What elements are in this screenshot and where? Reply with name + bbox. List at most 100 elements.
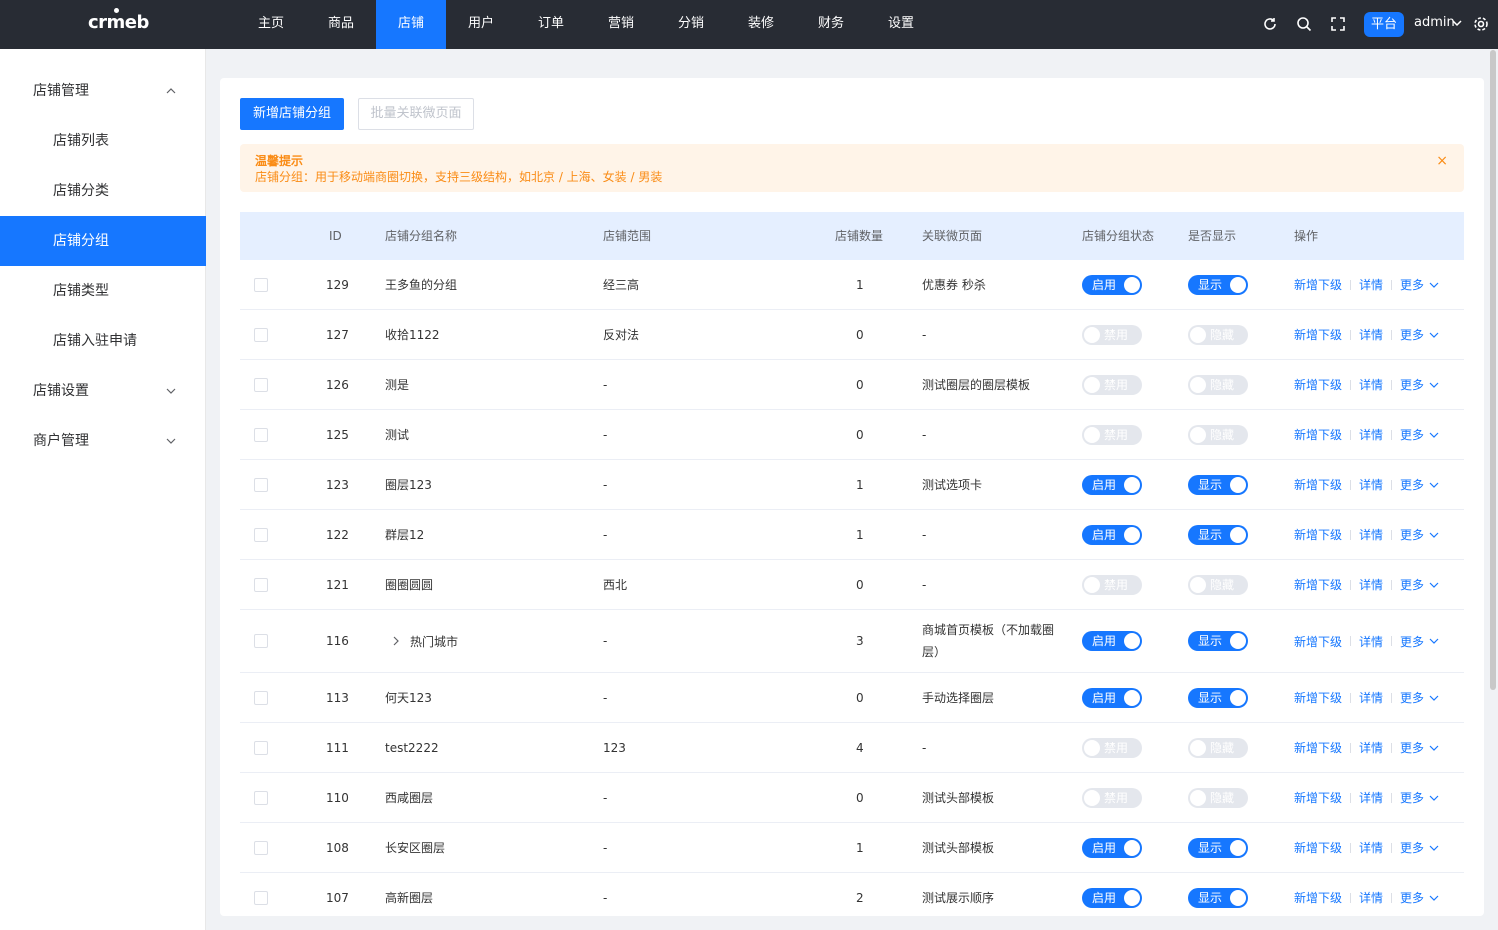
- row-checkbox[interactable]: [254, 277, 268, 292]
- show-toggle[interactable]: 显示: [1188, 887, 1248, 908]
- detail-link[interactable]: 详情: [1359, 276, 1383, 293]
- more-link[interactable]: 更多: [1400, 426, 1424, 443]
- add-child-link[interactable]: 新增下级: [1294, 689, 1342, 706]
- status-toggle[interactable]: 启用: [1082, 474, 1142, 495]
- chevron-down-icon[interactable]: [1429, 693, 1439, 703]
- nav-item[interactable]: 分销: [656, 0, 726, 49]
- status-toggle[interactable]: 启用: [1082, 687, 1142, 708]
- more-link[interactable]: 更多: [1400, 276, 1424, 293]
- show-toggle[interactable]: 隐藏: [1188, 787, 1248, 808]
- nav-item[interactable]: 设置: [866, 0, 936, 49]
- row-checkbox[interactable]: [254, 790, 268, 805]
- sidebar-item-store-category[interactable]: 店铺分类: [0, 166, 206, 216]
- detail-link[interactable]: 详情: [1359, 889, 1383, 906]
- show-toggle[interactable]: 显示: [1188, 837, 1248, 858]
- row-checkbox[interactable]: [254, 577, 268, 592]
- add-child-link[interactable]: 新增下级: [1294, 839, 1342, 856]
- more-link[interactable]: 更多: [1400, 326, 1424, 343]
- status-toggle[interactable]: 禁用: [1082, 737, 1142, 758]
- show-toggle[interactable]: 隐藏: [1188, 374, 1248, 395]
- more-link[interactable]: 更多: [1400, 689, 1424, 706]
- detail-link[interactable]: 详情: [1359, 526, 1383, 543]
- chevron-down-icon[interactable]: [1429, 480, 1439, 490]
- detail-link[interactable]: 详情: [1359, 576, 1383, 593]
- refresh-icon[interactable]: [1261, 15, 1279, 33]
- status-toggle[interactable]: 启用: [1082, 524, 1142, 545]
- detail-link[interactable]: 详情: [1359, 789, 1383, 806]
- chevron-down-icon[interactable]: [1429, 636, 1439, 646]
- add-child-link[interactable]: 新增下级: [1294, 276, 1342, 293]
- search-icon[interactable]: [1295, 15, 1313, 33]
- nav-item[interactable]: 营销: [586, 0, 656, 49]
- add-child-link[interactable]: 新增下级: [1294, 476, 1342, 493]
- chevron-down-icon[interactable]: [1429, 430, 1439, 440]
- row-checkbox[interactable]: [254, 634, 268, 648]
- detail-link[interactable]: 详情: [1359, 633, 1383, 650]
- nav-item[interactable]: 商品: [306, 0, 376, 49]
- detail-link[interactable]: 详情: [1359, 476, 1383, 493]
- detail-link[interactable]: 详情: [1359, 739, 1383, 756]
- show-toggle[interactable]: 隐藏: [1188, 424, 1248, 445]
- add-child-link[interactable]: 新增下级: [1294, 576, 1342, 593]
- row-checkbox[interactable]: [254, 327, 268, 342]
- row-checkbox[interactable]: [254, 477, 268, 492]
- page-scrollbar[interactable]: [1490, 50, 1496, 690]
- chevron-down-icon[interactable]: [1451, 17, 1463, 29]
- add-store-group-button[interactable]: 新增店铺分组: [240, 98, 344, 130]
- nav-item[interactable]: 财务: [796, 0, 866, 49]
- row-checkbox[interactable]: [254, 427, 268, 442]
- status-toggle[interactable]: 禁用: [1082, 324, 1142, 345]
- nav-item[interactable]: 订单: [516, 0, 586, 49]
- chevron-down-icon[interactable]: [1429, 380, 1439, 390]
- status-toggle[interactable]: 启用: [1082, 274, 1142, 295]
- more-link[interactable]: 更多: [1400, 576, 1424, 593]
- add-child-link[interactable]: 新增下级: [1294, 789, 1342, 806]
- status-toggle[interactable]: 禁用: [1082, 424, 1142, 445]
- nav-item[interactable]: 店铺: [376, 0, 446, 49]
- row-checkbox[interactable]: [254, 690, 268, 705]
- detail-link[interactable]: 详情: [1359, 426, 1383, 443]
- chevron-down-icon[interactable]: [1429, 580, 1439, 590]
- detail-link[interactable]: 详情: [1359, 376, 1383, 393]
- chevron-down-icon[interactable]: [1429, 843, 1439, 853]
- chevron-down-icon[interactable]: [1429, 743, 1439, 753]
- status-toggle[interactable]: 禁用: [1082, 374, 1142, 395]
- more-link[interactable]: 更多: [1400, 889, 1424, 906]
- status-toggle[interactable]: 禁用: [1082, 574, 1142, 595]
- chevron-down-icon[interactable]: [1429, 330, 1439, 340]
- row-checkbox[interactable]: [254, 740, 268, 755]
- chevron-down-icon[interactable]: [1429, 280, 1439, 290]
- user-name[interactable]: admin: [1414, 15, 1455, 30]
- close-icon[interactable]: ×: [1436, 153, 1448, 169]
- detail-link[interactable]: 详情: [1359, 839, 1383, 856]
- nav-item[interactable]: 用户: [446, 0, 516, 49]
- status-toggle[interactable]: 启用: [1082, 631, 1142, 651]
- row-checkbox[interactable]: [254, 840, 268, 855]
- add-child-link[interactable]: 新增下级: [1294, 426, 1342, 443]
- sidebar-item-store-list[interactable]: 店铺列表: [0, 116, 206, 166]
- row-checkbox[interactable]: [254, 377, 268, 392]
- chevron-down-icon[interactable]: [1429, 793, 1439, 803]
- show-toggle[interactable]: 隐藏: [1188, 574, 1248, 595]
- sidebar-group-store-settings[interactable]: 店铺设置: [0, 366, 206, 416]
- more-link[interactable]: 更多: [1400, 526, 1424, 543]
- show-toggle[interactable]: 隐藏: [1188, 324, 1248, 345]
- more-link[interactable]: 更多: [1400, 376, 1424, 393]
- nav-item[interactable]: 主页: [236, 0, 306, 49]
- show-toggle[interactable]: 显示: [1188, 687, 1248, 708]
- settings-icon[interactable]: [1472, 15, 1490, 33]
- sidebar-item-store-apply[interactable]: 店铺入驻申请: [0, 316, 206, 366]
- add-child-link[interactable]: 新增下级: [1294, 889, 1342, 906]
- row-checkbox[interactable]: [254, 890, 268, 905]
- show-toggle[interactable]: 显示: [1188, 524, 1248, 545]
- more-link[interactable]: 更多: [1400, 739, 1424, 756]
- fullscreen-icon[interactable]: [1329, 15, 1347, 33]
- sidebar-group-store-management[interactable]: 店铺管理: [0, 66, 206, 116]
- chevron-right-icon[interactable]: [391, 636, 401, 646]
- add-child-link[interactable]: 新增下级: [1294, 376, 1342, 393]
- add-child-link[interactable]: 新增下级: [1294, 739, 1342, 756]
- add-child-link[interactable]: 新增下级: [1294, 526, 1342, 543]
- show-toggle[interactable]: 显示: [1188, 631, 1248, 651]
- platform-button[interactable]: 平台: [1364, 12, 1404, 37]
- sidebar-group-merchant-management[interactable]: 商户管理: [0, 416, 206, 466]
